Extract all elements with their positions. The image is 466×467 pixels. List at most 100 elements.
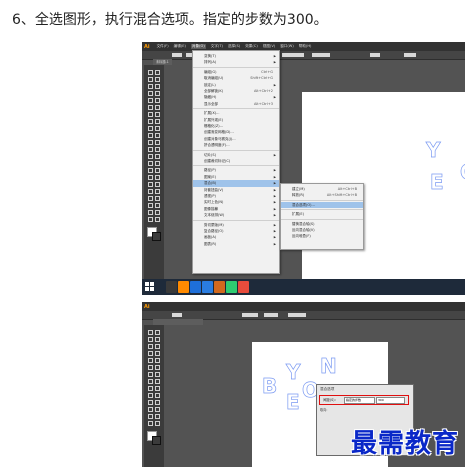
- tool-icon[interactable]: [154, 336, 160, 342]
- tool-icon[interactable]: [154, 125, 160, 131]
- tool-icon[interactable]: [147, 357, 153, 363]
- tool-icon[interactable]: [154, 76, 160, 82]
- menu-item[interactable]: 帮助(H): [299, 44, 312, 49]
- app-icon[interactable]: [202, 281, 213, 293]
- tool-icon[interactable]: [154, 146, 160, 152]
- tool-icon[interactable]: [154, 90, 160, 96]
- tool-icon[interactable]: [147, 420, 153, 426]
- tool-icon[interactable]: [147, 181, 153, 187]
- tool-icon[interactable]: [147, 343, 153, 349]
- tool-icon[interactable]: [147, 216, 153, 222]
- tool-icon[interactable]: [147, 392, 153, 398]
- canvas-letter[interactable]: N: [320, 356, 337, 377]
- menu-item[interactable]: 视图(V): [263, 44, 275, 49]
- ai-app-icon[interactable]: [178, 281, 189, 293]
- tool-icon[interactable]: [147, 76, 153, 82]
- tool-icon[interactable]: [154, 406, 160, 412]
- tool-icon[interactable]: [154, 420, 160, 426]
- windows-start-icon[interactable]: [145, 282, 155, 292]
- tool-icon[interactable]: [154, 392, 160, 398]
- stroke-swatch[interactable]: [152, 436, 161, 445]
- menu-item[interactable]: 图表(R) ▶: [193, 241, 279, 247]
- menu-item[interactable]: 扩展(E): [281, 211, 363, 217]
- steps-input[interactable]: 300: [376, 397, 405, 404]
- tool-icon[interactable]: [147, 209, 153, 215]
- tool-icon[interactable]: [154, 195, 160, 201]
- app-icon[interactable]: [214, 281, 225, 293]
- menu-item[interactable]: 显示全部 Alt+Ctrl+3: [193, 101, 279, 107]
- tool-icon[interactable]: [154, 188, 160, 194]
- tool-icon[interactable]: [147, 329, 153, 335]
- tool-icon[interactable]: [147, 146, 153, 152]
- tool-icon[interactable]: [154, 399, 160, 405]
- tool-icon[interactable]: [147, 90, 153, 96]
- canvas-letter[interactable]: Y: [286, 362, 301, 383]
- tool-icon[interactable]: [154, 364, 160, 370]
- tool-icon[interactable]: [147, 371, 153, 377]
- tool-icon[interactable]: [147, 139, 153, 145]
- tool-icon[interactable]: [154, 202, 160, 208]
- tool-icon[interactable]: [154, 174, 160, 180]
- tool-icon[interactable]: [154, 167, 160, 173]
- tool-icon[interactable]: [147, 97, 153, 103]
- canvas-letter[interactable]: E: [430, 172, 444, 193]
- tool-icon[interactable]: [154, 209, 160, 215]
- tool-icon[interactable]: [154, 69, 160, 75]
- tool-icon[interactable]: [147, 104, 153, 110]
- tool-icon[interactable]: [147, 69, 153, 75]
- tool-icon[interactable]: [147, 202, 153, 208]
- canvas-letter[interactable]: O: [460, 162, 465, 183]
- tool-icon[interactable]: [147, 111, 153, 117]
- tool-icon[interactable]: [154, 357, 160, 363]
- tool-icon[interactable]: [154, 378, 160, 384]
- tool-icon[interactable]: [147, 378, 153, 384]
- tool-icon[interactable]: [154, 343, 160, 349]
- tool-icon[interactable]: [147, 399, 153, 405]
- tool-icon[interactable]: [154, 104, 160, 110]
- menu-item[interactable]: 文字(T): [211, 44, 223, 49]
- tool-icon[interactable]: [154, 329, 160, 335]
- tool-icon[interactable]: [154, 181, 160, 187]
- tool-icon[interactable]: [147, 195, 153, 201]
- tool-icon[interactable]: [154, 97, 160, 103]
- tool-icon[interactable]: [147, 83, 153, 89]
- tool-icon[interactable]: [147, 174, 153, 180]
- tool-icon[interactable]: [147, 125, 153, 131]
- tool-icon[interactable]: [147, 336, 153, 342]
- tool-icon[interactable]: [154, 111, 160, 117]
- tool-icon[interactable]: [154, 216, 160, 222]
- chrome-icon[interactable]: [238, 281, 249, 293]
- tool-icon[interactable]: [154, 350, 160, 356]
- wechat-icon[interactable]: [226, 281, 237, 293]
- menu-item[interactable]: 编辑(E): [174, 44, 186, 49]
- canvas-letter[interactable]: B: [262, 376, 278, 397]
- tool-icon[interactable]: [147, 385, 153, 391]
- menu-item[interactable]: 文本绕排(W) ▶: [193, 212, 279, 218]
- menu-item[interactable]: 创建裁切标记(C): [193, 158, 279, 164]
- search-icon[interactable]: [166, 281, 177, 293]
- tool-icon[interactable]: [147, 364, 153, 370]
- menu-item[interactable]: 排列(A) ▶: [193, 59, 279, 65]
- canvas-letter[interactable]: E: [286, 392, 300, 413]
- menu-item[interactable]: 对象(O): [190, 44, 206, 49]
- tool-icon[interactable]: [147, 118, 153, 124]
- tool-icon[interactable]: [154, 160, 160, 166]
- tool-icon[interactable]: [147, 350, 153, 356]
- tool-icon[interactable]: [154, 413, 160, 419]
- tool-icon[interactable]: [147, 167, 153, 173]
- menu-item[interactable]: 效果(C): [245, 44, 258, 49]
- tool-icon[interactable]: [147, 153, 153, 159]
- menu-item[interactable]: 拼合透明度(F)...: [193, 142, 279, 148]
- spacing-select[interactable]: 指定的步数: [344, 397, 375, 404]
- tool-icon[interactable]: [154, 371, 160, 377]
- tool-icon[interactable]: [154, 118, 160, 124]
- menu-item[interactable]: 窗口(W): [280, 44, 294, 49]
- menu-item[interactable]: 文件(F): [157, 44, 169, 49]
- menu-item[interactable]: 反向堆叠(F): [281, 233, 363, 239]
- tool-icon[interactable]: [147, 132, 153, 138]
- tool-icon[interactable]: [154, 153, 160, 159]
- menu-item[interactable]: 混合选项(O)...: [281, 201, 363, 209]
- menu-item[interactable]: 选择(S): [228, 44, 240, 49]
- tool-icon[interactable]: [154, 139, 160, 145]
- tool-icon[interactable]: [147, 188, 153, 194]
